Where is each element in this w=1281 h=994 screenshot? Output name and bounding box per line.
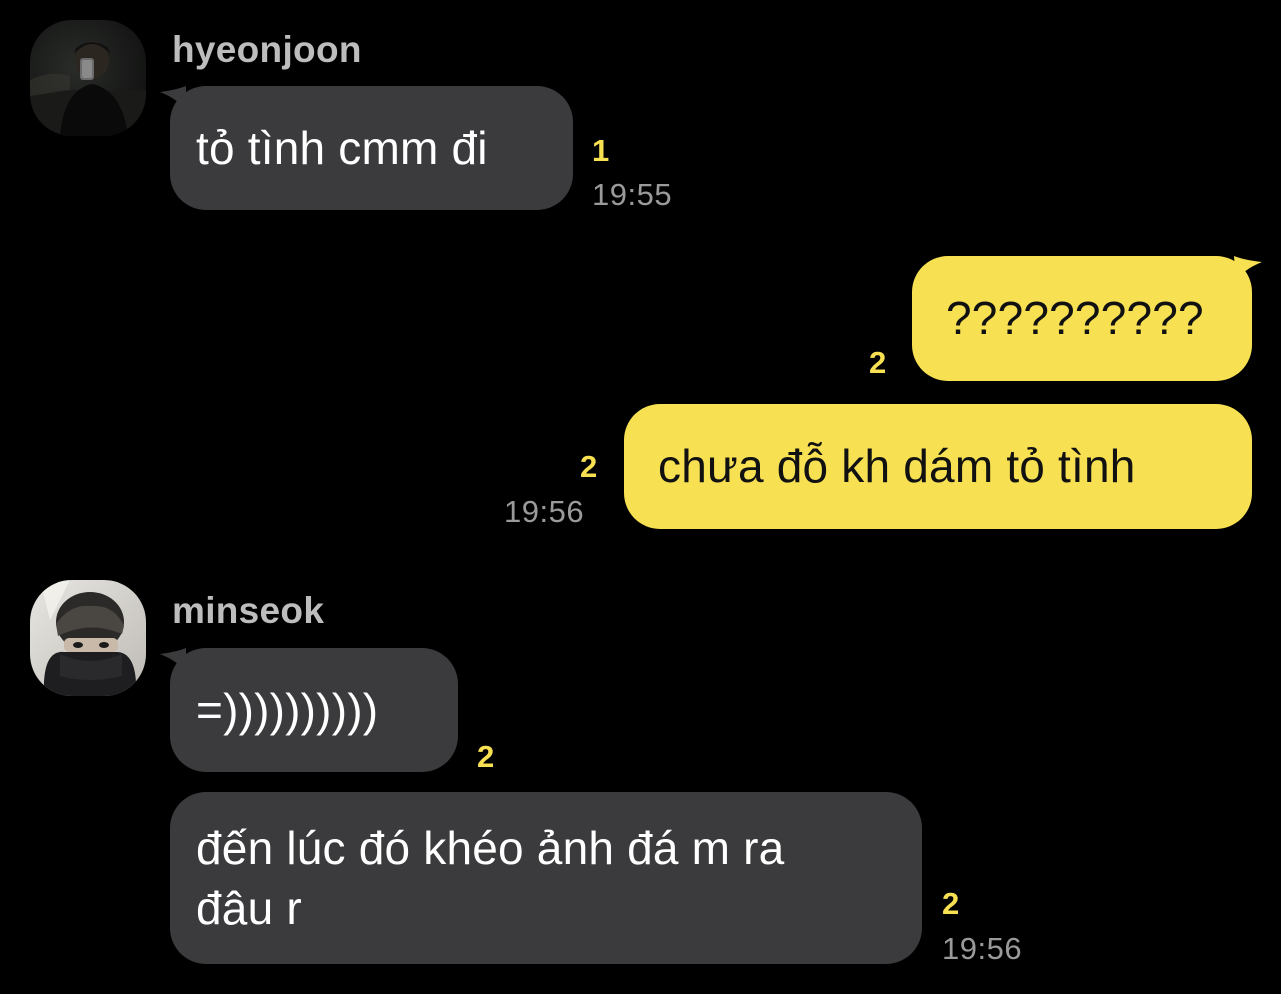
message-text: ?????????? <box>946 292 1204 344</box>
message-bubble-incoming[interactable]: =)))))))))) <box>170 648 458 772</box>
unread-count: 1 <box>592 133 610 168</box>
message-timestamp: 19:56 <box>942 931 1023 966</box>
message-bubble-outgoing[interactable]: chưa đỗ kh dám tỏ tình <box>624 404 1252 529</box>
message-text-line: đến lúc đó khéo ảnh đá m ra <box>196 822 785 874</box>
unread-count: 2 <box>869 345 887 380</box>
message-text: chưa đỗ kh dám tỏ tình <box>658 440 1136 492</box>
avatar-hyeonjoon[interactable] <box>30 20 146 136</box>
sender-name-hyeonjoon: hyeonjoon <box>172 29 362 70</box>
unread-count: 2 <box>477 739 495 774</box>
message-bubble-outgoing[interactable]: ?????????? <box>912 256 1252 381</box>
avatar-minseok[interactable] <box>30 580 146 696</box>
unread-count: 2 <box>942 886 960 921</box>
message-bubble-incoming[interactable]: đến lúc đó khéo ảnh đá m ra đâu r <box>170 792 922 964</box>
user-avatar-photo-icon <box>30 20 146 136</box>
message-text: tỏ tình cmm đi <box>196 122 488 174</box>
message-text: =)))))))))) <box>196 684 379 736</box>
sender-name-minseok: minseok <box>172 590 325 631</box>
message-bubble-incoming[interactable]: tỏ tình cmm đi <box>170 86 573 210</box>
user-avatar-photo-icon <box>30 580 146 696</box>
unread-count: 2 <box>580 449 598 484</box>
message-timestamp: 19:56 <box>504 494 585 529</box>
message-text-line: đâu r <box>196 882 302 934</box>
message-timestamp: 19:55 <box>592 177 673 212</box>
